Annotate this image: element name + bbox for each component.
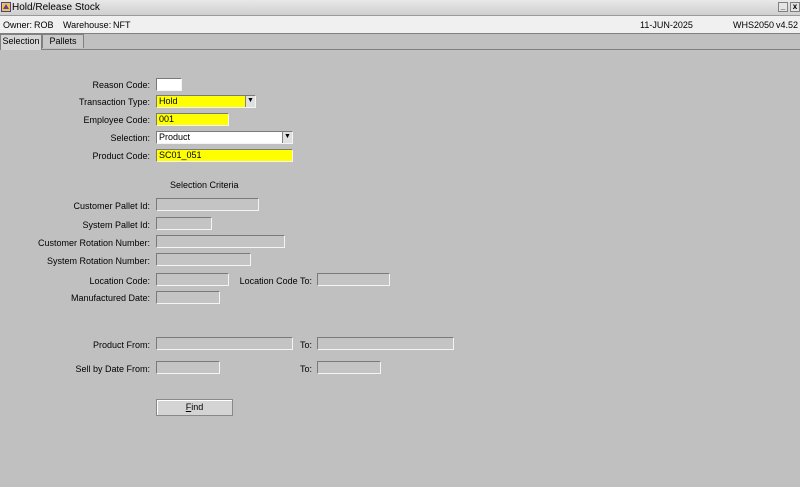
app-icon — [1, 2, 11, 12]
system-pallet-id-label: System Pallet Id: — [82, 220, 150, 230]
owner-label: Owner: — [3, 20, 33, 30]
transaction-type-select[interactable]: Hold ▼ — [156, 95, 256, 108]
program-code: WHS2050 — [733, 20, 775, 30]
chevron-down-icon[interactable]: ▼ — [282, 132, 292, 143]
tab-pallets[interactable]: Pallets — [42, 34, 84, 48]
employee-code-input[interactable]: 001 — [156, 113, 229, 126]
location-code-input[interactable] — [156, 273, 229, 286]
location-code-label: Location Code: — [89, 276, 150, 286]
sell-by-date-to-input[interactable] — [317, 361, 381, 374]
manufactured-date-input[interactable] — [156, 291, 220, 304]
customer-pallet-id-label: Customer Pallet Id: — [73, 201, 150, 211]
sell-by-date-from-label: Sell by Date From: — [75, 364, 150, 374]
system-rotation-number-input[interactable] — [156, 253, 251, 266]
find-label: ind — [191, 402, 204, 412]
product-from-label: Product From: — [92, 340, 150, 350]
product-code-input[interactable]: SC01_051 — [156, 149, 293, 162]
tab-selection[interactable]: Selection — [0, 34, 42, 50]
reason-code-label: Reason Code: — [92, 80, 150, 90]
product-code-label: Product Code: — [92, 151, 150, 161]
selection-label: Selection: — [110, 133, 150, 143]
employee-code-label: Employee Code: — [83, 115, 150, 125]
selection-select[interactable]: Product ▼ — [156, 131, 293, 144]
sell-by-date-to-label: To: — [299, 364, 312, 374]
close-button[interactable]: x — [790, 2, 800, 12]
window-title: Hold/Release Stock — [12, 2, 100, 13]
customer-pallet-id-input[interactable] — [156, 198, 259, 211]
chevron-down-icon[interactable]: ▼ — [245, 96, 255, 107]
warehouse-label: Warehouse: — [63, 20, 112, 30]
system-pallet-id-input[interactable] — [156, 217, 212, 230]
selection-criteria-heading: Selection Criteria — [170, 180, 239, 190]
manufactured-date-label: Manufactured Date: — [70, 293, 150, 303]
sell-by-date-from-input[interactable] — [156, 361, 220, 374]
product-to-label: To: — [299, 340, 312, 350]
owner-value: ROB — [34, 20, 54, 30]
selection-value: Product — [159, 132, 191, 142]
transaction-type-label: Transaction Type: — [78, 97, 150, 107]
product-to-input[interactable] — [317, 337, 454, 350]
warehouse-value: NFT — [113, 20, 131, 30]
transaction-type-value: Hold — [159, 96, 178, 106]
location-code-to-input[interactable] — [317, 273, 390, 286]
system-rotation-number-label: System Rotation Number: — [46, 256, 150, 266]
reason-code-input[interactable] — [156, 78, 182, 91]
find-button[interactable]: Find — [156, 399, 233, 416]
date-display: 11-JUN-2025 — [640, 20, 693, 30]
info-bar: Owner: ROB Warehouse: NFT 11-JUN-2025 WH… — [0, 16, 800, 34]
version-label: v4.52 — [776, 20, 799, 30]
product-from-input[interactable] — [156, 337, 293, 350]
location-code-to-label: Location Code To: — [239, 276, 312, 286]
customer-rotation-number-label: Customer Rotation Number: — [37, 238, 150, 248]
title-bar: Hold/Release Stock _ x — [0, 0, 800, 16]
customer-rotation-number-input[interactable] — [156, 235, 285, 248]
minimize-button[interactable]: _ — [778, 2, 788, 12]
tab-strip: Selection Pallets — [0, 34, 800, 50]
